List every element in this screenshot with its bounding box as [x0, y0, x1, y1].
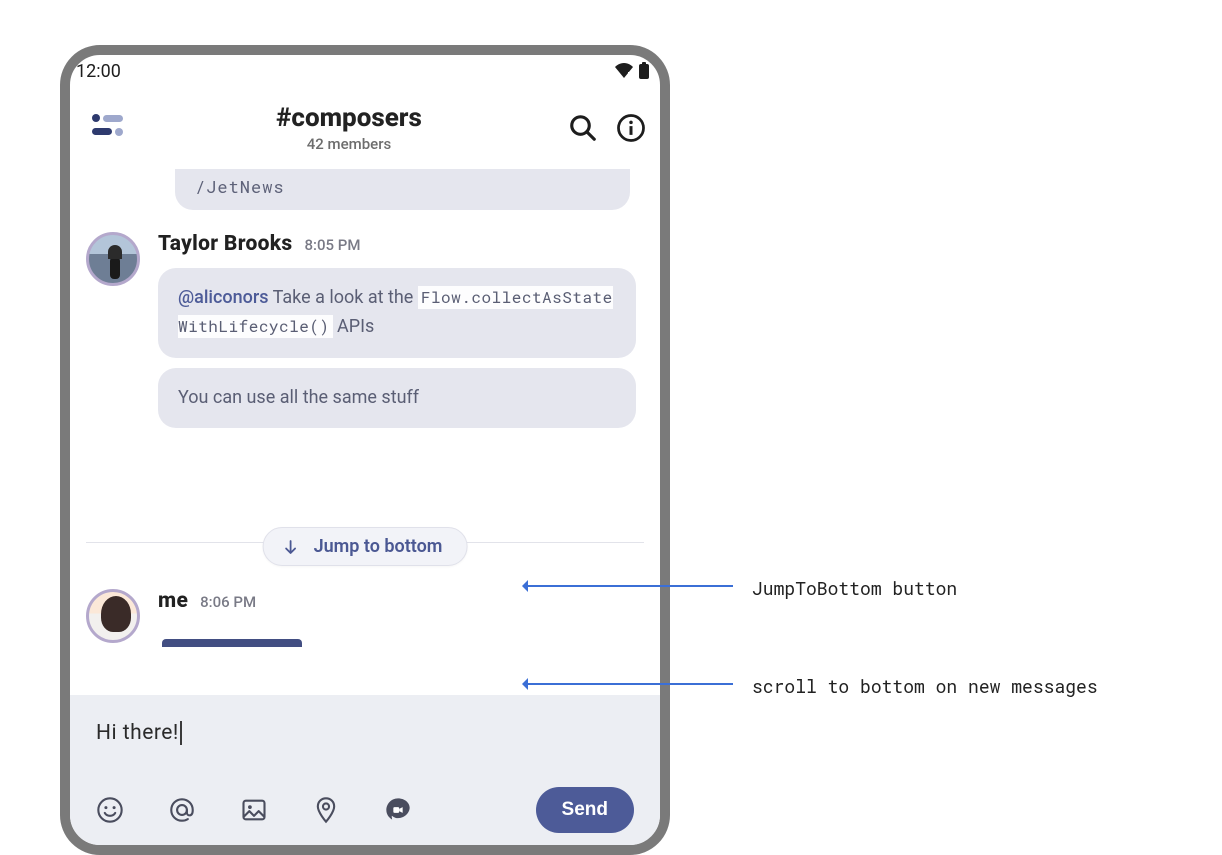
sender-name: Taylor Brooks [158, 232, 293, 256]
status-time: 12:00 [76, 61, 121, 82]
avatar[interactable] [86, 232, 140, 286]
avatar[interactable] [86, 589, 140, 643]
jump-to-bottom-button[interactable]: Jump to bottom [263, 527, 468, 566]
jump-to-bottom-label: Jump to bottom [314, 536, 443, 557]
send-button[interactable]: Send [536, 787, 634, 833]
message-group: me 8:06 PM [70, 589, 660, 643]
text: APIs [333, 316, 375, 337]
info-icon[interactable] [616, 113, 646, 143]
emoji-icon[interactable] [96, 796, 124, 824]
text-cursor [180, 721, 182, 745]
message-input[interactable]: Hi there! [96, 715, 634, 751]
input-text: Hi there! [96, 721, 179, 745]
member-count: 42 members [140, 135, 558, 153]
message-time: 8:05 PM [305, 236, 361, 254]
battery-icon [638, 62, 650, 80]
message-bubble-truncated [162, 639, 302, 647]
sender-name: me [158, 589, 188, 613]
app-logo[interactable] [80, 98, 140, 158]
image-icon[interactable] [240, 796, 268, 824]
chat-scroll-area[interactable]: /JetNews Taylor Brooks 8:05 PM @aliconor… [70, 169, 660, 695]
channel-name[interactable]: #composers [140, 103, 558, 133]
composer: Hi there! Send [70, 695, 660, 845]
phone-frame: 12:00 #composers 42 members /JetNews [60, 45, 670, 855]
video-call-icon[interactable] [384, 796, 412, 824]
chat-header: #composers 42 members [70, 87, 660, 169]
text: Take a look at the [269, 287, 418, 308]
status-bar: 12:00 [70, 55, 660, 87]
mention-icon[interactable] [168, 796, 196, 824]
search-icon[interactable] [568, 113, 598, 143]
message-time: 8:06 PM [200, 593, 256, 611]
arrow-down-icon [282, 538, 300, 556]
annotation-label: scroll to bottom on new messages [752, 674, 1098, 698]
annotation-arrow [523, 683, 733, 685]
location-icon[interactable] [312, 796, 340, 824]
mention[interactable]: @aliconors [178, 287, 269, 308]
wifi-alert-icon [614, 63, 634, 79]
message-bubble: You can use all the same stuff [158, 368, 636, 429]
message-bubble-truncated: /JetNews [175, 169, 630, 210]
message-bubble: @aliconors Take a look at the Flow.colle… [158, 268, 636, 358]
annotation-arrow [523, 585, 733, 587]
message-group: Taylor Brooks 8:05 PM @aliconors Take a … [70, 232, 660, 428]
annotation-label: JumpToBottom button [752, 576, 957, 600]
